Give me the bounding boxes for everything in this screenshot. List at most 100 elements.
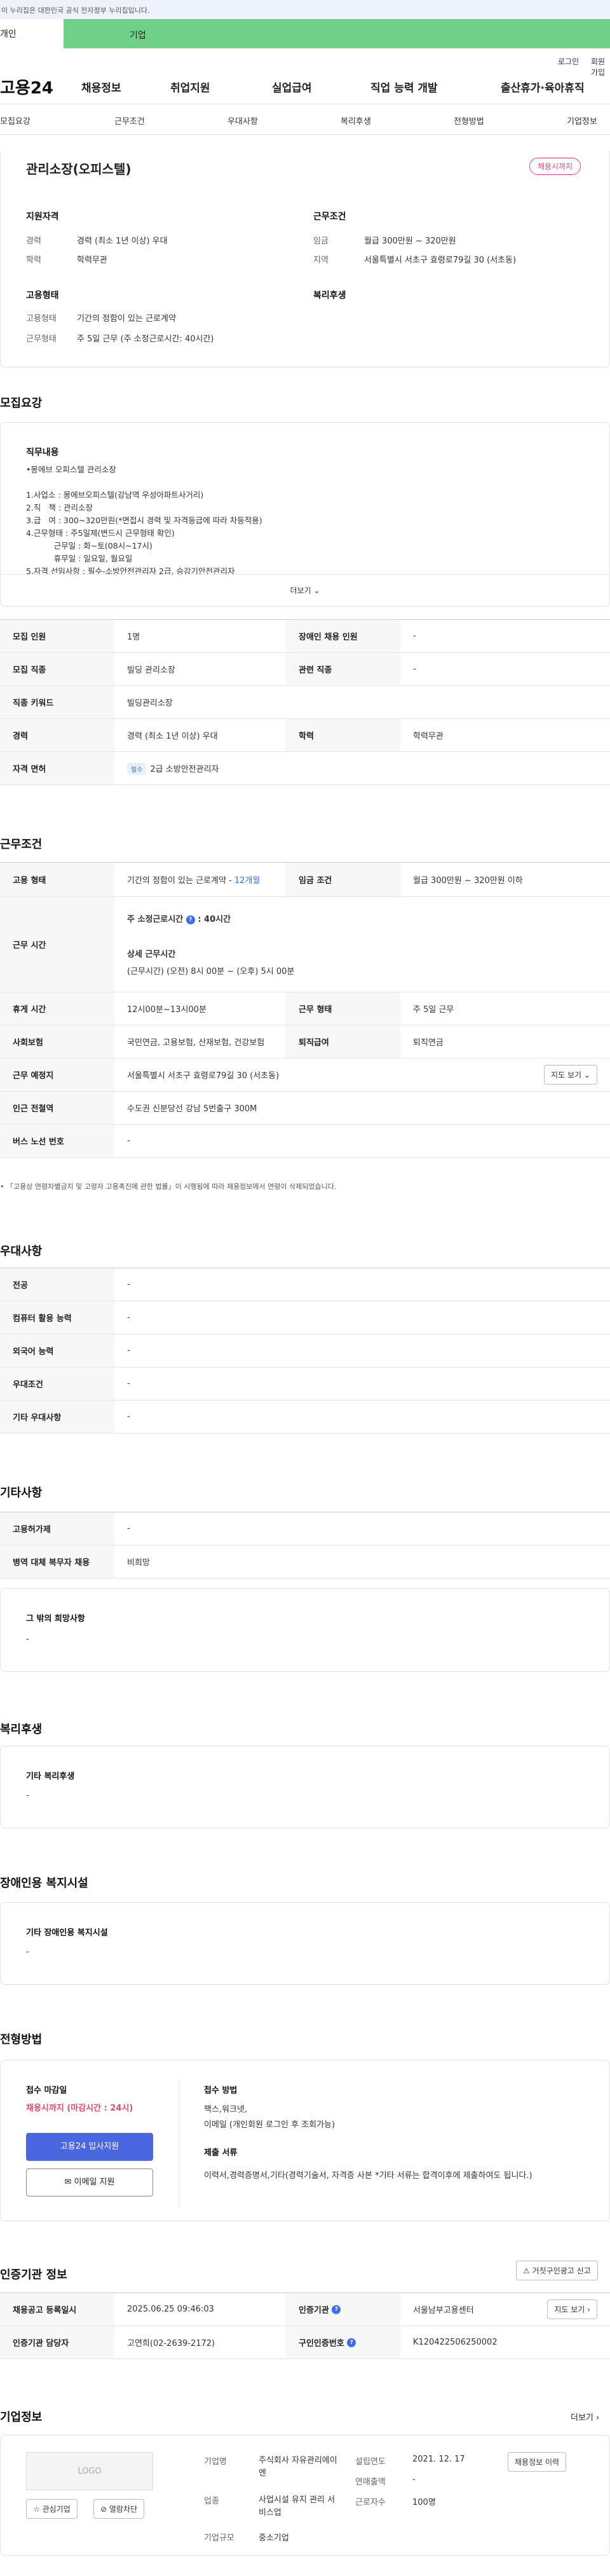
tab-conditions[interactable]: 근무조건 [114, 114, 145, 127]
td-subway: 수도권 신분당선 강남 5번출구 300M [127, 1104, 257, 1114]
td-major: - [127, 1280, 130, 1289]
cond-title: 근무조건 [313, 212, 346, 222]
td-work-time: 주 소정근로시간 ? : 40시간 상세 근무시간 (근무시간) (오전) 8시… [114, 912, 610, 976]
th-license: 자격 면허 [0, 752, 114, 784]
th-org: 인증기관 ? [286, 2293, 400, 2326]
th-work-time: 근무 시간 [0, 897, 114, 992]
process-card: 접수 마감일 채용시까지 (마감시간 : 24시) 고용24 입사지원 ✉ 이메… [0, 2060, 610, 2221]
th-cert-no: 구인인증번호 ? [286, 2326, 400, 2359]
org-label: 인증기관 [299, 2306, 329, 2315]
td-insurance: 국민연금, 고용보험, 산재보험, 건강보험 [127, 1038, 265, 1048]
th-subway: 인근 전철역 [0, 1092, 114, 1124]
company-more-link[interactable]: 더보기 › [571, 2411, 599, 2423]
wtype-value: 주 5일 근무 (주 소정근로시간: 40시간) [77, 334, 214, 344]
emp-title: 고용형태 [26, 291, 59, 301]
favorite-label: 관심기업 [42, 2505, 71, 2514]
menu-jobs[interactable]: 채용정보 [81, 79, 170, 95]
info-icon[interactable]: ? [186, 915, 195, 924]
sales-value: - [412, 2475, 416, 2484]
td-pref-cond: - [127, 1379, 130, 1388]
company-card: LOGO ☆ 관심기업 ⊘ 열람차단 기업명 주식회사 자유관리에이엔 설립연도… [0, 2435, 610, 2556]
time-main: 주 소정근로시간 [127, 915, 184, 924]
edu-value: 학력무관 [77, 256, 107, 265]
report-button[interactable]: ⚠ 거짓구인광고 신고 [516, 2261, 598, 2280]
deadline-title: 접수 마감일 [26, 2086, 67, 2095]
mail-icon: ✉ [64, 2177, 72, 2187]
tab-welfare[interactable]: 복리후생 [341, 114, 371, 127]
chevron-right-icon: › [587, 2305, 590, 2314]
welfare-box-value: - [26, 1791, 29, 1800]
wage-value: 월급 300만원 ~ 320만원 [364, 236, 456, 246]
more-button[interactable]: 더보기 ⌄ [1, 574, 609, 606]
th-workplace: 근무 예정지 [0, 1058, 114, 1091]
duty-line: 4.근무형태 : 주5일제(변드시 근무형태 확인) [26, 528, 175, 538]
info-icon[interactable]: ? [347, 2338, 356, 2347]
employees-label: 근로자수 [355, 2498, 386, 2507]
th-headcount: 모집 인원 [0, 620, 114, 652]
time-detail-title: 상세 근무시간 [127, 950, 176, 959]
career-value: 경력 (최소 1년 이상) 우대 [77, 236, 168, 246]
apply-button[interactable]: 고용24 입사지원 [26, 2133, 153, 2161]
th-work-form: 근무 형태 [286, 992, 400, 1025]
tab-company[interactable]: 기업정보 [567, 114, 597, 127]
tab-preference[interactable]: 우대사항 [227, 114, 258, 127]
member-type-bar: 개인 기업 [0, 19, 610, 48]
time-hours: : 40시간 [198, 915, 231, 924]
org-map-button[interactable]: 지도 보기 › [547, 2299, 597, 2319]
block-button[interactable]: ⊘ 열람차단 [93, 2499, 145, 2519]
td-job: 빌딩 관리소장 [127, 666, 175, 675]
th-bus: 버스 노선 번호 [0, 1125, 114, 1157]
career-label: 경력 [26, 236, 41, 246]
tab-process[interactable]: 전형방법 [454, 114, 484, 127]
etc-title: 기타사항 [0, 1486, 43, 1500]
menu-unemployment[interactable]: 실업급여 [272, 79, 370, 95]
duty-line: 1.사업소 : 몽에브오피스텔(강남역 우성아파트사거리) [26, 490, 204, 500]
qual-title: 지원자격 [26, 212, 59, 222]
recruit-title: 모집요강 [0, 397, 43, 410]
th-permit: 고용허가제 [0, 1512, 114, 1545]
etype-value: 기간의 정함이 있는 근로계약 [77, 314, 176, 324]
join-link[interactable]: 회원가입 [591, 56, 610, 78]
company-title: 기업정보 [0, 2411, 43, 2424]
tab-personal[interactable]: 개인 [0, 27, 64, 40]
chevron-right-icon: › [596, 2413, 600, 2423]
td-keyword: 빌딩관리소장 [127, 699, 173, 708]
other-value: - [26, 1634, 29, 1644]
tab-recruit[interactable]: 모집요강 [0, 114, 30, 127]
td-wage: 월급 300만원 ~ 320만원 이하 [413, 876, 523, 886]
tab-business[interactable]: 기업 [64, 19, 610, 48]
menu-employment[interactable]: 취업지원 [170, 79, 272, 95]
info-icon[interactable]: ? [332, 2305, 341, 2314]
industry-value: 사업시설 유지 관리 서비스업 [259, 2495, 336, 2518]
login-link[interactable]: 로그인 [558, 56, 579, 67]
td-headcount: 1명 [127, 633, 140, 642]
recruit-history-button[interactable]: 채용정보 이력 [508, 2452, 567, 2472]
more-label: 더보기 [290, 586, 311, 595]
summary-card: 관리소장(오피스텔) 채용시까지 지원자격 근무조건 경력 경력 (최소 1년 … [0, 151, 610, 367]
disabled-box-value: - [26, 1947, 29, 1957]
region-label: 지역 [313, 256, 329, 265]
welfare-summary-title: 복리후생 [313, 291, 346, 301]
recruit-table: 모집 인원 1명 장애인 채용 인원 - 모집 직종 빌딩 관리소장 관련 직종 - 직종 … [0, 619, 610, 785]
deadline-value: 채용시까지 (마감시간 : 24시) [26, 2104, 133, 2113]
th-reg-date: 채용공고 등록일시 [0, 2293, 114, 2326]
favorite-button[interactable]: ☆ 관심기업 [26, 2499, 78, 2519]
td-rest: 12시00분~13시00분 [127, 1005, 207, 1015]
company-logo: LOGO [26, 2452, 153, 2490]
est-value: 2021. 12. 17 [412, 2455, 465, 2464]
menu-training[interactable]: 직업 능력 개발 [370, 79, 501, 95]
email-apply-button[interactable]: ✉ 이메일 지원 [26, 2168, 153, 2196]
time-detail: (근무시간) (오전) 8시 00분 ~ (오후) 5시 00분 [127, 967, 295, 976]
map-button[interactable]: 지도 보기 ⌄ [544, 1065, 597, 1085]
menu-leave[interactable]: 출산휴가·육아휴직 [501, 79, 585, 95]
site-logo[interactable]: 고용24 [0, 75, 81, 99]
td-language: - [127, 1346, 130, 1355]
employees-value: 100명 [412, 2498, 436, 2507]
th-manager: 인증기관 담당자 [0, 2326, 114, 2359]
gov-notice: 이 누리집은 대한민국 공식 전자정부 누리집입니다. [0, 0, 610, 19]
th-employment-type: 고용 형태 [0, 863, 114, 896]
td-career: 경력 (최소 1년 이상) 우대 [127, 732, 218, 741]
org-map-label: 지도 보기 [554, 2305, 585, 2314]
td-org: 서울남부고용센터 [413, 2306, 474, 2315]
required-chip: 필수 [127, 762, 147, 775]
